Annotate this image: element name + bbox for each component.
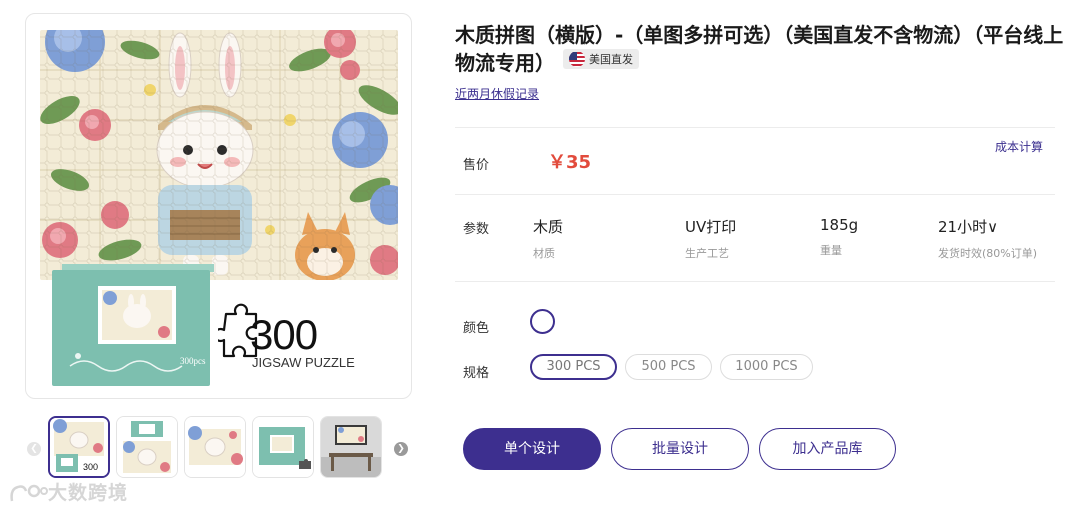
add-to-library-button[interactable]: 加入产品库	[759, 428, 896, 470]
thumb-puzzle-with-box[interactable]: 300	[48, 416, 110, 478]
param-material-caption: 材质	[533, 247, 555, 260]
param-process: UV打印 生产工艺	[685, 216, 736, 261]
single-design-button[interactable]: 单个设计	[463, 428, 601, 470]
box-label: 300pcs	[180, 356, 206, 366]
divider-params	[455, 281, 1055, 282]
origin-badge: 美国直发	[563, 49, 639, 69]
param-weight-caption: 重量	[820, 244, 842, 257]
param-weight: 185g 重量	[820, 216, 858, 258]
thumb-puzzle-boxes[interactable]	[116, 416, 178, 478]
thumb-green-box[interactable]	[252, 416, 314, 478]
thumbnail-strip: ❮ 300 ❯	[25, 416, 412, 478]
param-process-value: UV打印	[685, 218, 737, 236]
param-process-caption: 生产工艺	[685, 247, 729, 260]
params-label: 参数	[463, 222, 490, 237]
holiday-record-link[interactable]: 近两月休假记录	[455, 85, 539, 102]
thumb-puzzle-flat[interactable]	[184, 416, 246, 478]
watermark: 大数跨境	[8, 478, 128, 505]
price-value: ￥35	[548, 152, 592, 173]
thumb-count-text: 300	[83, 462, 98, 472]
piece-count-text: 300	[250, 311, 318, 358]
thumb-next-arrow-icon[interactable]: ❯	[394, 442, 408, 456]
divider-price	[455, 194, 1055, 195]
param-shipping-time-caption: 发货时效(80%订单)	[938, 247, 1038, 260]
divider-top	[455, 127, 1055, 128]
product-title: 木质拼图（横版）-（单图多拼可选）（美国直发不含物流）（平台线上物流专用） 美国…	[455, 22, 1065, 77]
origin-badge-text: 美国直发	[589, 52, 633, 66]
color-label: 颜色	[463, 321, 490, 336]
puzzle-box: 300pcs	[52, 264, 214, 386]
param-material-value: 木质	[533, 218, 564, 236]
price-label: 售价	[463, 158, 490, 173]
main-product-image[interactable]: 300pcs 300 JIGSAW PUZZLE	[25, 13, 412, 399]
watermark-text: 大数跨境	[48, 482, 129, 504]
thumb-room-scene[interactable]	[320, 416, 382, 478]
param-material: 木质 材质	[533, 216, 563, 261]
thumb-prev-arrow-icon[interactable]: ❮	[27, 442, 41, 456]
jigsaw-puzzle-text: JIGSAW PUZZLE	[252, 355, 355, 370]
puzzle-artwork	[40, 30, 398, 280]
watermark-logo-icon	[8, 483, 48, 505]
param-weight-value: 185g	[820, 216, 859, 234]
product-title-text: 木质拼图（横版）-（单图多拼可选）（美国直发不含物流）（平台线上物流专用）	[455, 23, 1064, 75]
spec-label: 规格	[463, 366, 490, 381]
param-shipping-time[interactable]: 21小时∨ 发货时效(80%订单)	[938, 216, 1037, 261]
color-swatch-white[interactable]	[530, 309, 555, 334]
param-shipping-time-value[interactable]: 21小时∨	[938, 216, 1037, 237]
spec-option-1000[interactable]: 1000 PCS	[720, 354, 813, 380]
cost-calc-link[interactable]: 成本计算	[995, 138, 1043, 155]
spec-option-500[interactable]: 500 PCS	[625, 354, 712, 380]
spec-option-300[interactable]: 300 PCS	[530, 354, 617, 380]
batch-design-button[interactable]: 批量设计	[611, 428, 749, 470]
us-flag-icon	[569, 51, 585, 67]
